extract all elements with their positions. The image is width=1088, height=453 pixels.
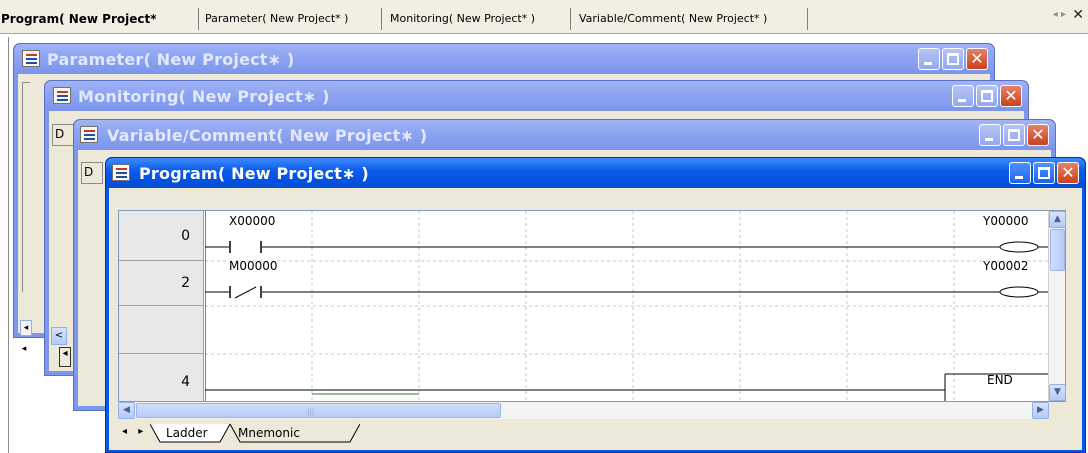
tab-program-label: Program( New Project* [1, 12, 157, 26]
sheet-tab-ladder[interactable]: Ladder [156, 424, 218, 442]
tab-variable-comment-label: Variable/Comment( New Project* ) [579, 12, 768, 25]
variable-header-cell: D [81, 162, 103, 184]
coil-y00002-icon [999, 286, 1039, 298]
step-number-column: 0 2 4 [119, 211, 204, 401]
close-document-icon[interactable]: ✕ [1072, 7, 1084, 23]
rung-end[interactable] [205, 373, 1049, 401]
scroll-left-arrow-icon[interactable]: < [51, 327, 67, 345]
program-titlebar[interactable]: Program( New Project∗ ) ✕ [106, 158, 1085, 188]
document-icon [53, 87, 71, 104]
tab-parameter[interactable]: Parameter( New Project* ) [201, 9, 348, 29]
close-button[interactable]: ✕ [1057, 162, 1079, 184]
scroll-left-arrow-icon[interactable]: ◂ [20, 320, 32, 336]
maximize-button[interactable] [942, 48, 964, 70]
monitoring-window-title: Monitoring( New Project∗ ) [78, 87, 330, 106]
maximize-button[interactable] [1033, 162, 1055, 184]
sheet-nav-arrows-icon[interactable]: ◂ ▸ [122, 426, 147, 437]
mdi-left-border [8, 37, 9, 453]
scroll-down-arrow-icon[interactable]: ▼ [1049, 384, 1066, 401]
ladder-editor[interactable]: 0 2 4 X00000 Y00000 M00000 Y00002 END ▲ … [118, 210, 1066, 402]
scroll-left-small-icon[interactable]: ◂ [59, 347, 71, 367]
tab-separator [381, 8, 382, 30]
minimize-button[interactable] [952, 85, 974, 107]
scroll-right-arrow-icon[interactable]: ▶ [1032, 402, 1049, 419]
tab-monitoring[interactable]: Monitoring( New Project* ) [386, 9, 535, 29]
document-icon [22, 50, 40, 67]
sheet-tab-bar: ◂ ▸ Ladder Mnemonic [118, 422, 1066, 444]
vertical-scroll-thumb[interactable] [1050, 229, 1065, 271]
contact-m00000-slash [234, 286, 257, 299]
coil-label: Y00002 [983, 259, 1029, 273]
document-icon [112, 164, 130, 181]
sheet-tab-mnemonic[interactable]: Mnemonic [228, 424, 310, 442]
tab-separator [198, 8, 199, 30]
contact-label: X00000 [229, 214, 276, 228]
maximize-button[interactable] [1003, 124, 1025, 146]
program-window[interactable]: Program( New Project∗ ) ✕ 0 2 4 X00000 Y… [105, 157, 1086, 453]
step-number-cell: 2 [119, 261, 204, 306]
minimize-button[interactable] [918, 48, 940, 70]
coil-y00000-icon [999, 241, 1039, 253]
document-tab-bar: Program( New Project* Parameter( New Pro… [0, 0, 1088, 34]
minimize-button[interactable] [1009, 162, 1031, 184]
tab-separator [570, 8, 571, 30]
tab-variable-comment[interactable]: Variable/Comment( New Project* ) [575, 9, 767, 29]
parameter-panel-edge [22, 82, 30, 292]
coil-label: Y00000 [983, 214, 1029, 228]
scroll-left-arrow-icon[interactable]: ◀ [118, 402, 135, 419]
close-button[interactable]: ✕ [966, 48, 988, 70]
horizontal-scrollbar[interactable]: ◀ ||| ▶ [118, 402, 1049, 419]
close-button[interactable]: ✕ [1000, 85, 1022, 107]
tab-separator [807, 8, 808, 30]
step-number-cell: 4 [181, 374, 190, 390]
tab-monitoring-label: Monitoring( New Project* ) [390, 12, 536, 25]
monitoring-titlebar[interactable]: Monitoring( New Project∗ ) ✕ [45, 81, 1028, 111]
parameter-window-title: Parameter( New Project∗ ) [47, 50, 295, 69]
rung-2[interactable] [205, 286, 1049, 299]
tab-parameter-label: Parameter( New Project* ) [205, 12, 349, 25]
vertical-scrollbar[interactable]: ▲ ▼ [1048, 211, 1066, 401]
contact-label: M00000 [229, 259, 278, 273]
scroll-up-arrow-icon[interactable]: ▲ [1049, 211, 1066, 228]
document-icon [80, 126, 98, 143]
step-number-cell: 0 [119, 211, 204, 261]
scroll-left-small-icon[interactable]: ◂ [18, 344, 30, 359]
step-number-cell [119, 306, 204, 354]
variable-comment-titlebar[interactable]: Variable/Comment( New Project∗ ) ✕ [74, 120, 1055, 150]
close-button[interactable]: ✕ [1027, 124, 1049, 146]
ladder-diagram[interactable] [205, 211, 1049, 401]
minimize-button[interactable] [979, 124, 1001, 146]
variable-comment-window-title: Variable/Comment( New Project∗ ) [107, 126, 428, 145]
horizontal-scroll-thumb[interactable]: ||| [136, 403, 501, 418]
tab-program[interactable]: Program( New Project* [0, 9, 157, 29]
parameter-titlebar[interactable]: Parameter( New Project∗ ) ✕ [14, 44, 994, 74]
program-window-title: Program( New Project∗ ) [139, 164, 369, 183]
maximize-button[interactable] [976, 85, 998, 107]
tab-scroll-arrows[interactable]: ◂ ▸ [1053, 9, 1066, 20]
end-instruction-label: END [987, 373, 1013, 387]
rung-0[interactable] [205, 241, 1049, 253]
